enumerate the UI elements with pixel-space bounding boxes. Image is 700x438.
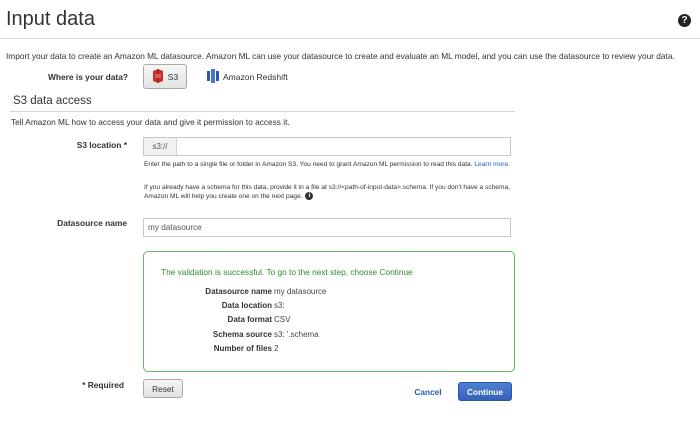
- learn-more-link[interactable]: Learn more.: [474, 161, 510, 168]
- info-icon[interactable]: i: [305, 192, 314, 201]
- s3-source-button[interactable]: S3: [143, 64, 187, 89]
- summary-key: Schema source: [212, 330, 272, 339]
- s3-location-help-text: Enter the path to a single file or folde…: [144, 161, 473, 168]
- summary-value: 2: [274, 344, 279, 353]
- data-source-label: Where is your data?: [47, 72, 128, 82]
- redshift-source-button[interactable]: Amazon Redshift: [203, 64, 292, 89]
- s3-prefix: s3://: [144, 138, 177, 155]
- s3-bucket-icon: [152, 68, 164, 85]
- validation-panel: The validation is successful. To go to t…: [143, 251, 515, 372]
- s3-section-intro: Tell Amazon ML how to access your data a…: [11, 117, 290, 127]
- redshift-source-label: Amazon Redshift: [223, 71, 288, 82]
- datasource-name-input[interactable]: [143, 218, 511, 237]
- section-divider: [10, 111, 515, 112]
- s3-location-input[interactable]: [177, 138, 510, 155]
- summary-row-number-of-files: Number of files 2: [144, 344, 516, 354]
- title-divider: [0, 38, 700, 39]
- help-icon[interactable]: ?: [678, 14, 691, 27]
- s3-location-help: Enter the path to a single file or folde…: [144, 160, 512, 169]
- intro-text: Import your data to create an Amazon ML …: [6, 51, 675, 61]
- required-note: * Required: [82, 380, 124, 390]
- summary-key: Number of files: [213, 344, 272, 353]
- s3-section-title: S3 data access: [13, 95, 92, 107]
- summary-value: s3: '.schema: [274, 330, 319, 339]
- s3-location-label: S3 location *: [76, 140, 127, 150]
- summary-value: my datasource: [274, 287, 327, 296]
- datasource-name-label: Datasource name: [57, 218, 127, 228]
- continue-button[interactable]: Continue: [458, 382, 512, 401]
- summary-row-datasource-name: Datasource name my datasource: [144, 287, 516, 297]
- summary-row-data-format: Data format CSV: [144, 315, 516, 325]
- summary-value: s3:: [274, 301, 285, 310]
- summary-value: CSV: [274, 315, 291, 324]
- summary-key: Data location: [221, 301, 272, 310]
- schema-help-text: If you already have a schema for this da…: [144, 184, 510, 200]
- validation-message: The validation is successful. To go to t…: [161, 267, 413, 277]
- s3-location-field: s3://: [143, 137, 511, 156]
- page-title: Input data: [6, 8, 95, 30]
- summary-row-data-location: Data location s3:: [144, 301, 516, 311]
- summary-key: Datasource name: [205, 287, 272, 296]
- schema-help: If you already have a schema for this da…: [144, 183, 512, 201]
- cancel-button[interactable]: Cancel: [408, 382, 448, 401]
- reset-button[interactable]: Reset: [143, 379, 183, 398]
- s3-source-label: S3: [167, 71, 179, 82]
- redshift-icon: [207, 68, 219, 85]
- summary-row-schema-source: Schema source s3: '.schema: [144, 330, 516, 340]
- summary-key: Data format: [227, 315, 272, 324]
